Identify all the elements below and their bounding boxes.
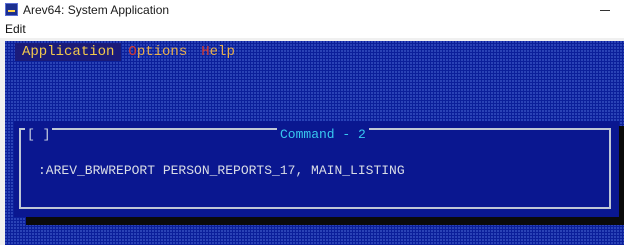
menu-edit[interactable]: Edit	[5, 22, 26, 36]
dialog-frame: [ ] Command - 2 :AREV_BRWREPORT PERSON_R…	[19, 127, 611, 209]
command-input[interactable]: :AREV_BRWREPORT PERSON_REPORTS_17, MAIN_…	[38, 163, 405, 179]
dos-menu-application[interactable]: Application	[15, 43, 122, 61]
close-box-button[interactable]: [ ]	[25, 127, 53, 142]
hotkey-letter: O	[128, 44, 137, 60]
app-icon	[5, 3, 18, 16]
dos-screen[interactable]: Application Options Help [ ] Command - 2 :…	[5, 41, 624, 245]
window-title: Arev64: System Application	[23, 3, 170, 17]
minimize-icon[interactable]	[592, 2, 618, 18]
dos-menu-help[interactable]: Help	[194, 43, 242, 61]
window-titlebar: Arev64: System Application	[0, 0, 624, 20]
dialog-title: Command - 2	[277, 127, 369, 142]
dos-menubar: Application Options Help	[15, 43, 242, 61]
console-area: Application Options Help [ ] Command - 2 :…	[0, 38, 624, 245]
hotkey-letter: H	[201, 44, 210, 60]
window-menubar: Edit	[0, 20, 624, 38]
dos-menu-options[interactable]: Options	[121, 43, 194, 61]
command-dialog: [ ] Command - 2 :AREV_BRWREPORT PERSON_R…	[14, 121, 619, 217]
